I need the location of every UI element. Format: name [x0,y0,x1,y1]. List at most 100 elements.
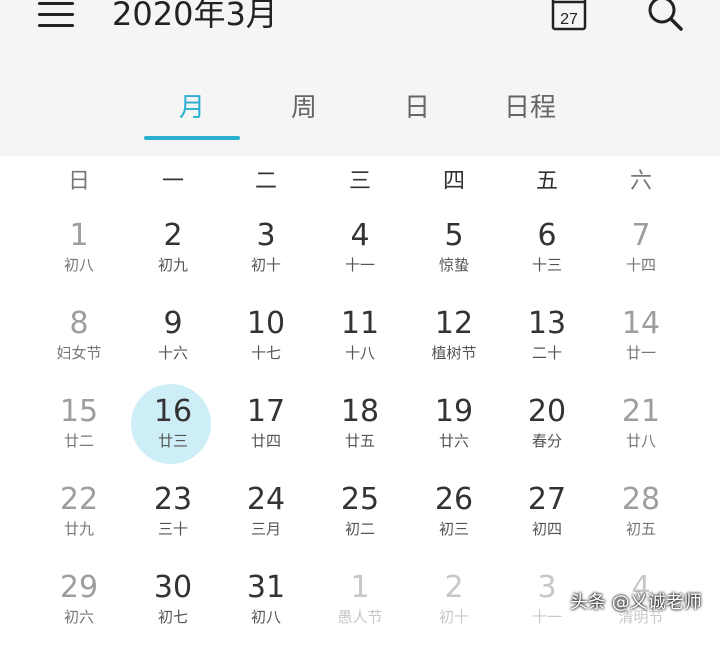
lunar-label: 廿八 [625,432,656,450]
day-number: 13 [527,306,567,341]
day-number: 5 [444,218,464,253]
lunar-label: 十四 [625,256,656,274]
day-cell[interactable]: 6 十三 [500,214,594,302]
day-cell[interactable]: 14 廿一 [594,302,688,390]
lunar-label: 初三 [438,520,469,538]
day-number: 20 [527,394,567,429]
watermark: 头条 @义诚老师 [570,592,702,613]
weekday-label: 六 [629,169,652,194]
lunar-label: 初七 [157,608,188,626]
day-cell[interactable]: 18 廿五 [313,390,407,478]
tab-day[interactable]: 日 [377,88,457,128]
tab-schedule[interactable]: 日程 [488,88,572,128]
day-cell-next-month[interactable]: 1 愚人节 [313,566,407,654]
day-cell[interactable]: 28 初五 [594,478,688,566]
day-cell[interactable]: 1 初八 [32,214,126,302]
lunar-label: 三十 [157,520,188,538]
day-number: 11 [340,306,380,341]
day-cell-selected[interactable]: 16 廿三 [126,384,220,478]
lunar-label: 三月 [250,520,281,538]
day-cell[interactable]: 11 十八 [313,302,407,390]
lunar-label: 初四 [531,520,562,538]
day-number: 24 [246,482,286,517]
day-cell[interactable]: 10 十七 [219,302,313,390]
day-number: 14 [621,306,661,341]
weekday-label: 一 [161,169,184,194]
day-number: 3 [256,218,276,253]
day-cell[interactable]: 13 二十 [500,302,594,390]
day-number: 19 [434,394,474,429]
day-cell[interactable]: 8 妇女节 [32,302,126,390]
month-title[interactable]: 2020年3月 [112,0,278,36]
lunar-label: 十七 [250,344,281,362]
day-cell[interactable]: 24 三月 [219,478,313,566]
weekday-label: 二 [254,169,277,194]
day-cell[interactable]: 15 廿二 [32,390,126,478]
tab-month[interactable]: 月 [152,88,232,128]
day-number: 15 [59,394,99,429]
day-cell[interactable]: 20 春分 [500,390,594,478]
lunar-label: 十一 [344,256,375,274]
lunar-label: 初十 [250,256,281,274]
tab-week[interactable]: 周 [264,88,344,128]
today-calendar-icon[interactable]: 27 [549,0,589,32]
day-cell[interactable]: 17 廿四 [219,390,313,478]
app-header: 2020年3月 27 月 周 日 日程 [0,0,720,156]
lunar-label: 二十 [531,344,562,362]
day-cell[interactable]: 12 植树节 [407,302,501,390]
lunar-label: 初九 [157,256,188,274]
day-cell[interactable]: 4 十一 [313,214,407,302]
lunar-label: 廿二 [63,432,94,450]
lunar-label: 十八 [344,344,375,362]
day-number: 31 [246,570,286,605]
search-icon[interactable] [644,0,684,32]
day-number: 30 [153,570,193,605]
lunar-label: 廿四 [250,432,281,450]
day-number: 26 [434,482,474,517]
day-cell[interactable]: 9 十六 [126,302,220,390]
day-number: 21 [621,394,661,429]
lunar-label: 惊蛰 [438,256,469,274]
lunar-label: 初八 [250,608,281,626]
weekday-label: 五 [535,169,558,194]
day-number: 28 [621,482,661,517]
lunar-label: 植树节 [431,344,477,362]
day-cell[interactable]: 19 廿六 [407,390,501,478]
day-cell[interactable]: 25 初二 [313,478,407,566]
day-number: 2 [444,570,464,605]
day-cell[interactable]: 26 初三 [407,478,501,566]
day-number: 6 [537,218,557,253]
day-cell[interactable]: 23 三十 [126,478,220,566]
day-number: 16 [153,394,193,429]
lunar-label: 初八 [63,256,94,274]
day-cell-next-month[interactable]: 2 初十 [407,566,501,654]
day-cell[interactable]: 27 初四 [500,478,594,566]
day-number: 25 [340,482,380,517]
lunar-label: 妇女节 [56,344,102,362]
day-cell[interactable]: 7 十四 [594,214,688,302]
lunar-label: 初五 [625,520,656,538]
day-number: 2 [163,218,183,253]
day-cell[interactable]: 3 初十 [219,214,313,302]
day-cell[interactable]: 2 初九 [126,214,220,302]
lunar-label: 廿三 [157,432,188,450]
lunar-label: 初十 [438,608,469,626]
lunar-label: 初六 [63,608,94,626]
menu-icon[interactable] [38,2,76,30]
day-cell[interactable]: 22 廿九 [32,478,126,566]
lunar-label: 廿五 [344,432,375,450]
lunar-label: 春分 [531,432,562,450]
day-cell[interactable]: 31 初八 [219,566,313,654]
day-number: 8 [69,306,89,341]
day-number: 29 [59,570,99,605]
day-cell[interactable]: 21 廿八 [594,390,688,478]
lunar-label: 廿一 [625,344,656,362]
weekday-label: 三 [348,169,371,194]
lunar-label: 廿六 [438,432,469,450]
lunar-label: 愚人节 [337,608,383,626]
day-cell[interactable]: 5 惊蛰 [407,214,501,302]
day-number: 10 [246,306,286,341]
day-cell[interactable]: 29 初六 [32,566,126,654]
active-tab-indicator [144,136,240,140]
day-cell[interactable]: 30 初七 [126,566,220,654]
